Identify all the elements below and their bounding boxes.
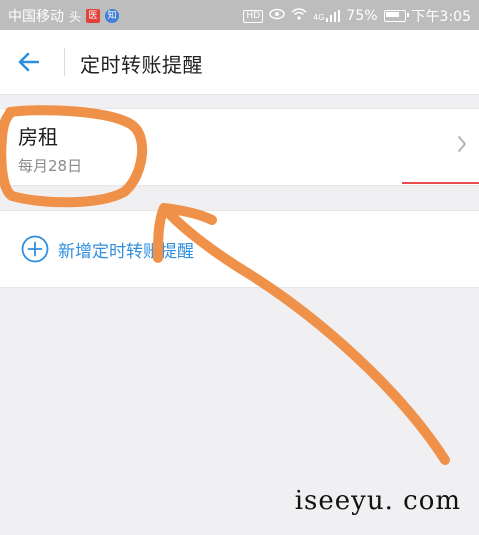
hd-icon: HD — [243, 9, 264, 23]
eye-icon — [269, 8, 285, 24]
back-button[interactable] — [10, 44, 46, 80]
reminder-schedule: 每月28日 — [18, 157, 83, 175]
clock: 下午3:05 — [411, 9, 471, 25]
app-notification-icon: 医 — [86, 9, 101, 23]
chevron-right-icon — [458, 136, 466, 152]
page-title: 定时转账提醒 — [80, 53, 203, 77]
red-indicator-line — [402, 182, 479, 184]
back-arrow-icon — [18, 52, 39, 72]
notification-icon: 头 — [69, 9, 82, 24]
zhihu-notification-icon: 知 — [105, 9, 120, 23]
status-bar-left: 中国移动 头 医 知 — [8, 6, 120, 26]
add-reminder-button[interactable]: 新增定时转账提醒 — [0, 210, 479, 288]
reminder-item-rent[interactable]: 房租 每月28日 — [0, 108, 479, 186]
battery-percent: 75% — [346, 8, 378, 24]
status-bar: 中国移动 头 医 知 HD 4G 75% 下午3:05 — [0, 0, 479, 30]
status-bar-right: HD 4G 75% 下午3:05 — [243, 6, 471, 26]
plus-circle-icon — [21, 235, 49, 263]
reminder-name: 房租 — [18, 125, 58, 149]
network-type-label: 4G — [313, 13, 325, 22]
app-header: 定时转账提醒 — [0, 30, 479, 95]
signal-icon: 4G — [313, 10, 341, 22]
battery-icon — [383, 10, 409, 22]
watermark: iseeyu. com — [294, 486, 461, 516]
wifi-icon — [291, 8, 307, 24]
header-divider — [64, 48, 65, 76]
add-reminder-label: 新增定时转账提醒 — [58, 242, 194, 262]
carrier-name: 中国移动 — [8, 9, 64, 25]
